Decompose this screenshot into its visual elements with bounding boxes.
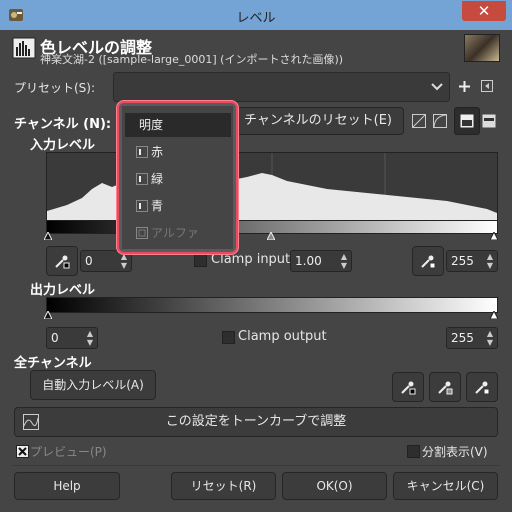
gamma-spinner[interactable]: 1.00 ▲ ▼ [290,250,352,272]
dialog-header: 色レベルの調整 神楽文湖-2 ([sample-large_0001] (インポ… [0,30,512,66]
output-gradient [46,297,498,313]
cancel-button[interactable]: キャンセル(C) [393,472,498,500]
channel-dropdown-popup: 明度 赤 緑 青 アルファ [117,101,238,254]
histogram-log-view-icon[interactable] [482,114,496,128]
input-low-handle[interactable] [44,232,52,240]
window-title: レベル [236,11,276,26]
clamp-input-checkbox[interactable] [194,254,207,267]
edit-as-curves-button[interactable]: この設定をトーンカーブで調整 [14,407,498,437]
ok-button[interactable]: OK(O) [282,472,387,500]
levels-dialog: レベル ✕ 色レベルの調整 神楽文湖-2 ([sample-large_0001… [0,0,512,512]
white-point-picker-button[interactable] [412,246,444,276]
output-low-spinner[interactable]: 0 ▲ ▼ [46,327,98,349]
title-bar: レベル ✕ [0,0,512,30]
eyedropper-white-icon [475,381,490,395]
curves-icon [23,414,39,430]
decrement-icon[interactable]: ▼ [85,338,95,347]
channel-label: チャンネル (N): [14,117,112,132]
green-channel-icon [136,173,148,185]
pick-gray-button[interactable] [429,372,461,402]
increment-icon[interactable]: ▲ [339,252,349,261]
preset-menu-icon[interactable] [481,80,493,92]
output-high-value: 255 [451,331,474,345]
chevron-down-icon [431,83,443,91]
presets-label: プリセット(S): [14,81,96,95]
presets-combo[interactable] [113,72,450,102]
decrement-icon[interactable]: ▼ [485,261,495,270]
input-high-spinner[interactable]: 255 ▲ ▼ [446,250,498,272]
reset-button[interactable]: リセット(R) [171,472,276,500]
channel-menu: 明度 赤 緑 青 アルファ [122,106,233,249]
add-preset-icon[interactable] [458,80,471,93]
blue-channel-icon [136,200,148,212]
black-point-picker-button[interactable] [46,246,78,276]
increment-icon[interactable]: ▲ [485,252,495,261]
output-high-handle[interactable] [490,311,498,319]
channel-option-blue[interactable]: 青 [125,194,231,218]
decrement-icon[interactable]: ▼ [485,338,495,347]
separator [12,465,500,466]
levels-icon [12,37,36,59]
eyedropper-icon [55,255,70,269]
histogram-icon [460,114,474,128]
increment-icon[interactable]: ▲ [85,329,95,338]
input-high-value: 255 [451,254,474,268]
increment-icon[interactable]: ▲ [485,329,495,338]
split-view-checkbox[interactable] [407,445,420,458]
input-low-value: 0 [85,254,93,268]
red-channel-icon [136,146,148,158]
pick-white-button[interactable] [466,372,498,402]
input-high-handle[interactable] [490,232,498,240]
clamp-output-label: Clamp output [238,329,327,344]
input-levels-label: 入力レベル [30,138,96,153]
clamp-output-checkbox[interactable] [222,331,235,344]
output-levels-label: 出力レベル [30,283,96,298]
eyedropper-gray-icon [438,381,453,395]
log-histogram-icon[interactable] [433,114,447,128]
auto-input-levels-button[interactable]: 自動入力レベル(A) [30,370,156,400]
channel-option-alpha: アルファ [125,221,231,245]
channel-option-green[interactable]: 緑 [125,167,231,191]
linear-histogram-icon[interactable] [412,114,426,128]
eyedropper-icon [421,255,436,269]
preview-checkbox[interactable] [16,445,29,458]
image-name: 神楽文湖-2 ([sample-large_0001] (インポートされた画像)… [40,53,344,66]
close-button[interactable]: ✕ [462,1,506,21]
output-high-spinner[interactable]: 255 ▲ ▼ [446,327,498,349]
channel-option-value[interactable]: 明度 [125,113,231,137]
split-view-label: 分割表示(V) [422,445,488,459]
edit-as-curves-label: この設定をトーンカーブで調整 [165,414,347,429]
input-gamma-handle[interactable] [267,232,275,240]
gamma-value: 1.00 [295,254,322,268]
channel-reset-button[interactable]: チャンネルのリセット(E) [232,107,404,135]
all-channels-label: 全チャンネル [14,356,92,371]
clamp-input-label: Clamp input [211,252,291,267]
output-low-value: 0 [51,331,59,345]
pick-black-button[interactable] [392,372,424,402]
channel-option-red[interactable]: 赤 [125,140,231,164]
decrement-icon[interactable]: ▼ [339,261,349,270]
histogram-view-button[interactable] [454,107,480,135]
help-button[interactable]: Help [14,472,120,500]
histogram-graph [47,153,497,221]
alpha-channel-icon [136,227,148,239]
decrement-icon[interactable]: ▼ [119,261,129,270]
input-histogram [46,152,498,222]
preview-label: プレビュー(P) [30,445,107,459]
output-low-handle[interactable] [44,311,52,319]
image-thumbnail [464,34,500,62]
eyedropper-black-icon [401,381,416,395]
checkmark-icon [18,447,27,456]
